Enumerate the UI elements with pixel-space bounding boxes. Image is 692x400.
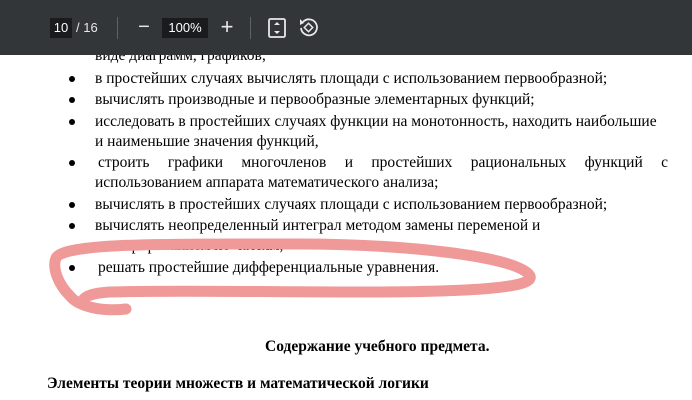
zoom-level-input[interactable]: 100% [162, 18, 208, 38]
page-number-input[interactable]: 10 [50, 18, 72, 38]
list-item-text: строить графики многочленов и простейших… [98, 154, 668, 171]
list-item-text: и наименьшие значения функций, [95, 133, 319, 150]
bullet-icon [69, 265, 75, 271]
bullet-icon [69, 97, 75, 103]
list-item-text: интегрированием по частям; [95, 237, 284, 254]
bullet-icon [69, 223, 75, 229]
bullet-icon [69, 76, 75, 82]
section-title: Содержание учебного предмета. [265, 338, 490, 355]
bullet-icon [69, 202, 75, 208]
toolbar-divider [117, 17, 118, 39]
pdf-toolbar: 10 / 16 − 100% + [0, 0, 692, 55]
list-item-text: исследовать в простейших случаях функции… [95, 113, 657, 130]
zoom-out-button[interactable]: − [134, 15, 154, 39]
page-total-label: / 16 [76, 20, 98, 35]
zoom-in-button[interactable]: + [216, 14, 238, 40]
list-item-text: вычислять неопределенный интеграл методо… [95, 217, 541, 234]
bullet-icon [69, 160, 75, 166]
pdf-page: виде диаграмм, графиков; в простейших сл… [0, 0, 692, 400]
bullet-icon [69, 119, 75, 125]
list-item-text: вычислять производные и первообразные эл… [95, 91, 535, 108]
subsection-title: Элементы теории множеств и математическо… [47, 375, 429, 392]
list-item-text: в простейших случаях вычислять площади с… [95, 70, 608, 87]
rotate-icon[interactable] [297, 16, 319, 38]
fit-to-page-icon[interactable] [266, 17, 288, 39]
toolbar-divider [250, 17, 251, 39]
list-item-text: решать простейшие дифференциальные уравн… [98, 259, 440, 276]
list-item-text: использованием аппарата математического … [95, 174, 439, 191]
list-item-text: вычислять в простейших случаях площади с… [95, 196, 608, 213]
